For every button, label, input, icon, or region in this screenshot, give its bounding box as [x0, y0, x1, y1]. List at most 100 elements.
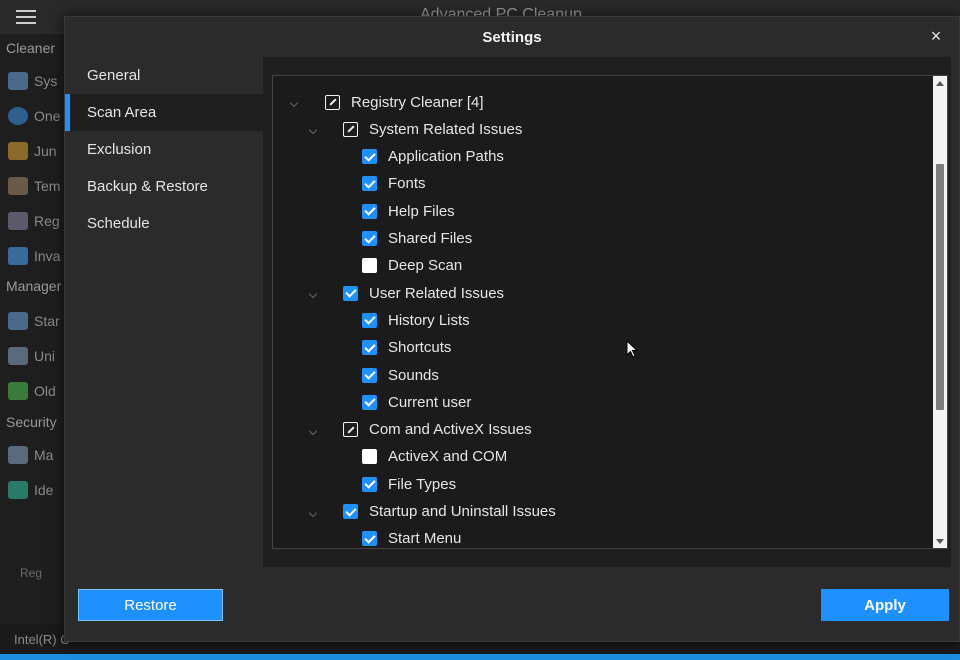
tree-item-label: Sounds — [388, 366, 439, 384]
vertical-scrollbar[interactable] — [933, 76, 947, 548]
sidebar-section-manager: Manager — [6, 278, 62, 294]
sidebar-section-security: Security — [6, 414, 57, 430]
tree-item-label: Application Paths — [388, 148, 504, 166]
nav-item-general[interactable]: General — [65, 57, 263, 94]
checkbox-checked[interactable] — [362, 340, 377, 356]
tree-item-label: Startup and Uninstall Issues — [369, 503, 556, 520]
invalid-icon — [8, 247, 28, 265]
tree-item[interactable]: Startup and Uninstall Issues — [308, 500, 556, 524]
checkbox-checked[interactable] — [362, 203, 377, 219]
nav-item-schedule[interactable]: Schedule — [65, 205, 263, 242]
settings-dialog: Settings × General Scan Area Exclusion B… — [64, 16, 960, 642]
sidebar-item-startup[interactable]: Star — [8, 310, 64, 332]
tree-item[interactable]: Deep Scan — [362, 254, 462, 278]
shield-icon — [8, 446, 28, 464]
tree-item[interactable]: Current user — [362, 390, 471, 414]
checkbox-partial[interactable] — [325, 94, 340, 110]
tree-item[interactable]: ActiveX and COM — [362, 445, 507, 469]
tree-item-label: User Related Issues — [369, 284, 505, 302]
tree-item-label: Shared Files — [388, 230, 473, 247]
sidebar-item-registry[interactable]: Reg — [8, 210, 64, 232]
tree-item-label: Current user — [388, 393, 472, 411]
tree-item-label: Com and ActiveX Issues — [369, 421, 532, 439]
sidebar-item-malware[interactable]: Ma — [8, 444, 64, 466]
checkbox-partial[interactable] — [343, 121, 358, 137]
checkbox-checked[interactable] — [362, 531, 377, 547]
registry-icon — [8, 212, 28, 230]
hamburger-menu-icon[interactable] — [16, 10, 36, 24]
apply-button[interactable]: Apply — [821, 589, 949, 621]
checkbox-checked[interactable] — [362, 476, 377, 492]
sidebar-item-uninstall[interactable]: Uni — [8, 345, 64, 367]
tree-item-label: File Types — [388, 475, 457, 493]
tree-item[interactable]: Com and ActiveX Issues — [308, 418, 532, 442]
expand-arrow-icon[interactable] — [308, 426, 318, 435]
checkbox-checked[interactable] — [362, 312, 377, 328]
sidebar-item-identity[interactable]: Ide — [8, 479, 64, 501]
tree-item[interactable]: Application Paths — [362, 145, 504, 169]
checkbox-checked[interactable] — [362, 176, 377, 192]
scan-area-tree: Registry Cleaner [4] System Related Issue… — [272, 75, 948, 549]
scroll-thumb[interactable] — [936, 164, 944, 410]
monitor-icon — [8, 72, 28, 90]
sidebar-item-junk[interactable]: Jun — [8, 140, 64, 162]
tree-item-label: System Related Issues — [369, 120, 523, 138]
tree-item[interactable]: System Related Issues — [308, 117, 523, 141]
sidebar-item-invalid[interactable]: Inva — [8, 245, 64, 267]
tree-item[interactable]: Start Menu — [362, 527, 462, 548]
tree-item[interactable]: User Related Issues — [308, 281, 505, 305]
checkbox-checked[interactable] — [343, 504, 358, 519]
close-icon[interactable]: × — [927, 27, 945, 45]
checkbox-checked[interactable] — [362, 394, 377, 410]
expand-arrow-icon[interactable] — [289, 98, 299, 108]
tree-item[interactable]: Registry Cleaner [4] — [289, 90, 484, 114]
identity-shield-icon — [8, 481, 28, 499]
expand-arrow-icon[interactable] — [308, 126, 318, 135]
checkbox-partial[interactable] — [343, 422, 358, 438]
tree-item-label: Start Menu — [388, 530, 462, 548]
restore-button[interactable]: Restore — [78, 589, 223, 621]
background-check-text: Reg — [20, 566, 43, 580]
checkbox-checked[interactable] — [362, 231, 377, 246]
tree-item-label: Registry Cleaner [4] — [351, 93, 484, 111]
startup-icon — [8, 312, 28, 330]
scan-area-panel: Registry Cleaner [4] System Related Issue… — [263, 57, 951, 567]
tree-item[interactable]: Sounds — [362, 363, 439, 387]
tree-item[interactable]: Help Files — [362, 199, 455, 223]
temp-files-icon — [8, 177, 28, 195]
sidebar-item-temp[interactable]: Tem — [8, 175, 64, 197]
scroll-down-arrow-icon[interactable] — [933, 534, 947, 548]
tree-item[interactable]: File Types — [362, 472, 456, 496]
tree-item-label: ActiveX and COM — [388, 448, 508, 466]
tree-item-label: Fonts — [388, 175, 426, 193]
nav-item-scan-area[interactable]: Scan Area — [65, 94, 263, 131]
sidebar-item-one-click[interactable]: One — [8, 105, 64, 127]
checkbox-checked[interactable] — [343, 285, 358, 301]
checkbox-checked[interactable] — [362, 149, 377, 165]
expand-arrow-icon[interactable] — [308, 508, 318, 517]
tree-item-label: Help Files — [388, 202, 455, 220]
globe-icon — [8, 107, 28, 125]
checkbox-checked[interactable] — [362, 367, 377, 383]
checkbox-unchecked[interactable] — [362, 258, 377, 274]
tree-item-label: History Lists — [388, 311, 470, 329]
uninstall-icon — [8, 347, 28, 365]
sidebar-item-system[interactable]: Sys — [8, 70, 64, 92]
nav-item-backup-restore[interactable]: Backup & Restore — [65, 168, 263, 205]
expand-arrow-icon[interactable] — [308, 289, 318, 299]
bottom-accent-bar — [0, 654, 960, 660]
settings-nav: General Scan Area Exclusion Backup & Res… — [65, 57, 263, 567]
nav-item-exclusion[interactable]: Exclusion — [65, 131, 263, 168]
tree-item[interactable]: Fonts — [362, 172, 426, 196]
scroll-up-arrow-icon[interactable] — [933, 76, 947, 90]
sidebar-section-cleaner: Cleaner — [6, 40, 56, 56]
tree-item[interactable]: History Lists — [362, 308, 470, 332]
checkbox-unchecked[interactable] — [362, 449, 377, 465]
tree-item[interactable]: Shortcuts — [362, 336, 451, 360]
dialog-title: Settings — [482, 28, 542, 46]
sidebar-item-old-downloads[interactable]: Old — [8, 380, 64, 402]
tree-item-label: Deep Scan — [388, 257, 463, 275]
junk-icon — [8, 142, 28, 160]
tree-item[interactable]: Shared Files — [362, 227, 472, 251]
app-sidebar: Cleaner Sys One Jun Tem Reg Inva Manager… — [0, 34, 64, 634]
